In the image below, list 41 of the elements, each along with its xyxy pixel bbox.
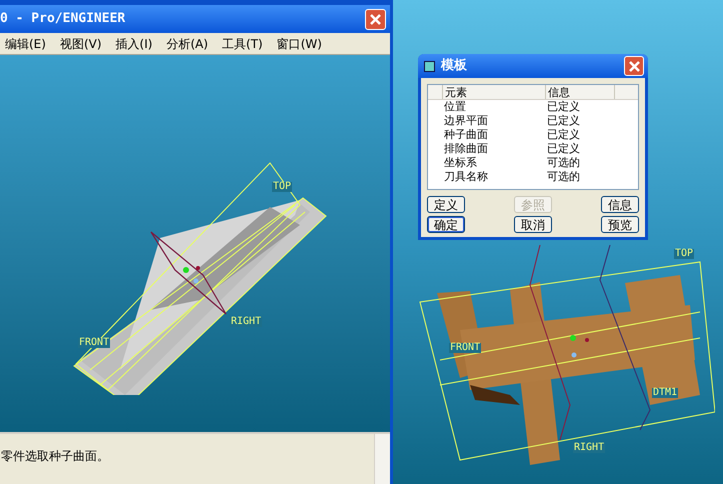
window-icon bbox=[424, 60, 435, 72]
datum-label: TOP bbox=[674, 249, 694, 259]
datum-label: FRONT bbox=[78, 338, 110, 348]
menu-item[interactable]: 插入(I) bbox=[116, 34, 152, 52]
element-name[interactable]: 坐标系 bbox=[444, 156, 547, 170]
close-button[interactable] bbox=[365, 8, 386, 30]
menu-item[interactable]: 编辑(E) bbox=[5, 34, 46, 52]
element-name[interactable]: 排除曲面 bbox=[444, 142, 547, 156]
element-info: 已定义 bbox=[547, 114, 580, 128]
message-text: 零件选取种子曲面。 bbox=[0, 448, 109, 465]
dialog-button[interactable]: 定义 bbox=[427, 196, 465, 213]
element-name[interactable]: 刀具名称 bbox=[444, 170, 547, 184]
element-info: 可选的 bbox=[547, 156, 580, 170]
dialog-button[interactable]: 预览 bbox=[600, 216, 639, 233]
element-name[interactable]: 位置 bbox=[444, 100, 547, 114]
datum-label: RIGHT bbox=[230, 317, 262, 327]
element-name[interactable]: 种子曲面 bbox=[444, 128, 547, 142]
menu-item[interactable]: 工具(T) bbox=[222, 34, 263, 52]
menu-item[interactable]: 分析(A) bbox=[166, 34, 208, 52]
close-icon bbox=[370, 14, 381, 24]
close-button[interactable] bbox=[624, 56, 644, 76]
close-icon bbox=[628, 60, 640, 72]
element-info: 已定义 bbox=[547, 142, 580, 156]
column-header: 元素 bbox=[442, 85, 545, 99]
datum-label: FRONT bbox=[449, 343, 482, 353]
datum-label: DTM1 bbox=[652, 388, 678, 398]
element-info: 已定义 bbox=[547, 128, 580, 142]
dialog-title: 模板 bbox=[441, 57, 467, 76]
menu-item[interactable]: 窗口(W) bbox=[276, 34, 322, 52]
dialog-button[interactable]: 确定 bbox=[427, 216, 465, 233]
window-title: 0 - Pro/ENGINEER bbox=[0, 10, 126, 28]
column-header: 信息 bbox=[545, 85, 615, 99]
menu-item[interactable]: 视图(V) bbox=[60, 34, 102, 52]
element-info: 已定义 bbox=[547, 100, 580, 114]
element-name[interactable]: 边界平面 bbox=[444, 114, 547, 128]
scrollbar[interactable] bbox=[374, 434, 390, 484]
datum-label: TOP bbox=[272, 182, 292, 192]
element-info: 可选的 bbox=[547, 170, 580, 184]
datum-label: RIGHT bbox=[573, 443, 606, 453]
dialog-button[interactable]: 信息 bbox=[600, 196, 639, 213]
dialog-button[interactable]: 取消 bbox=[514, 216, 552, 233]
